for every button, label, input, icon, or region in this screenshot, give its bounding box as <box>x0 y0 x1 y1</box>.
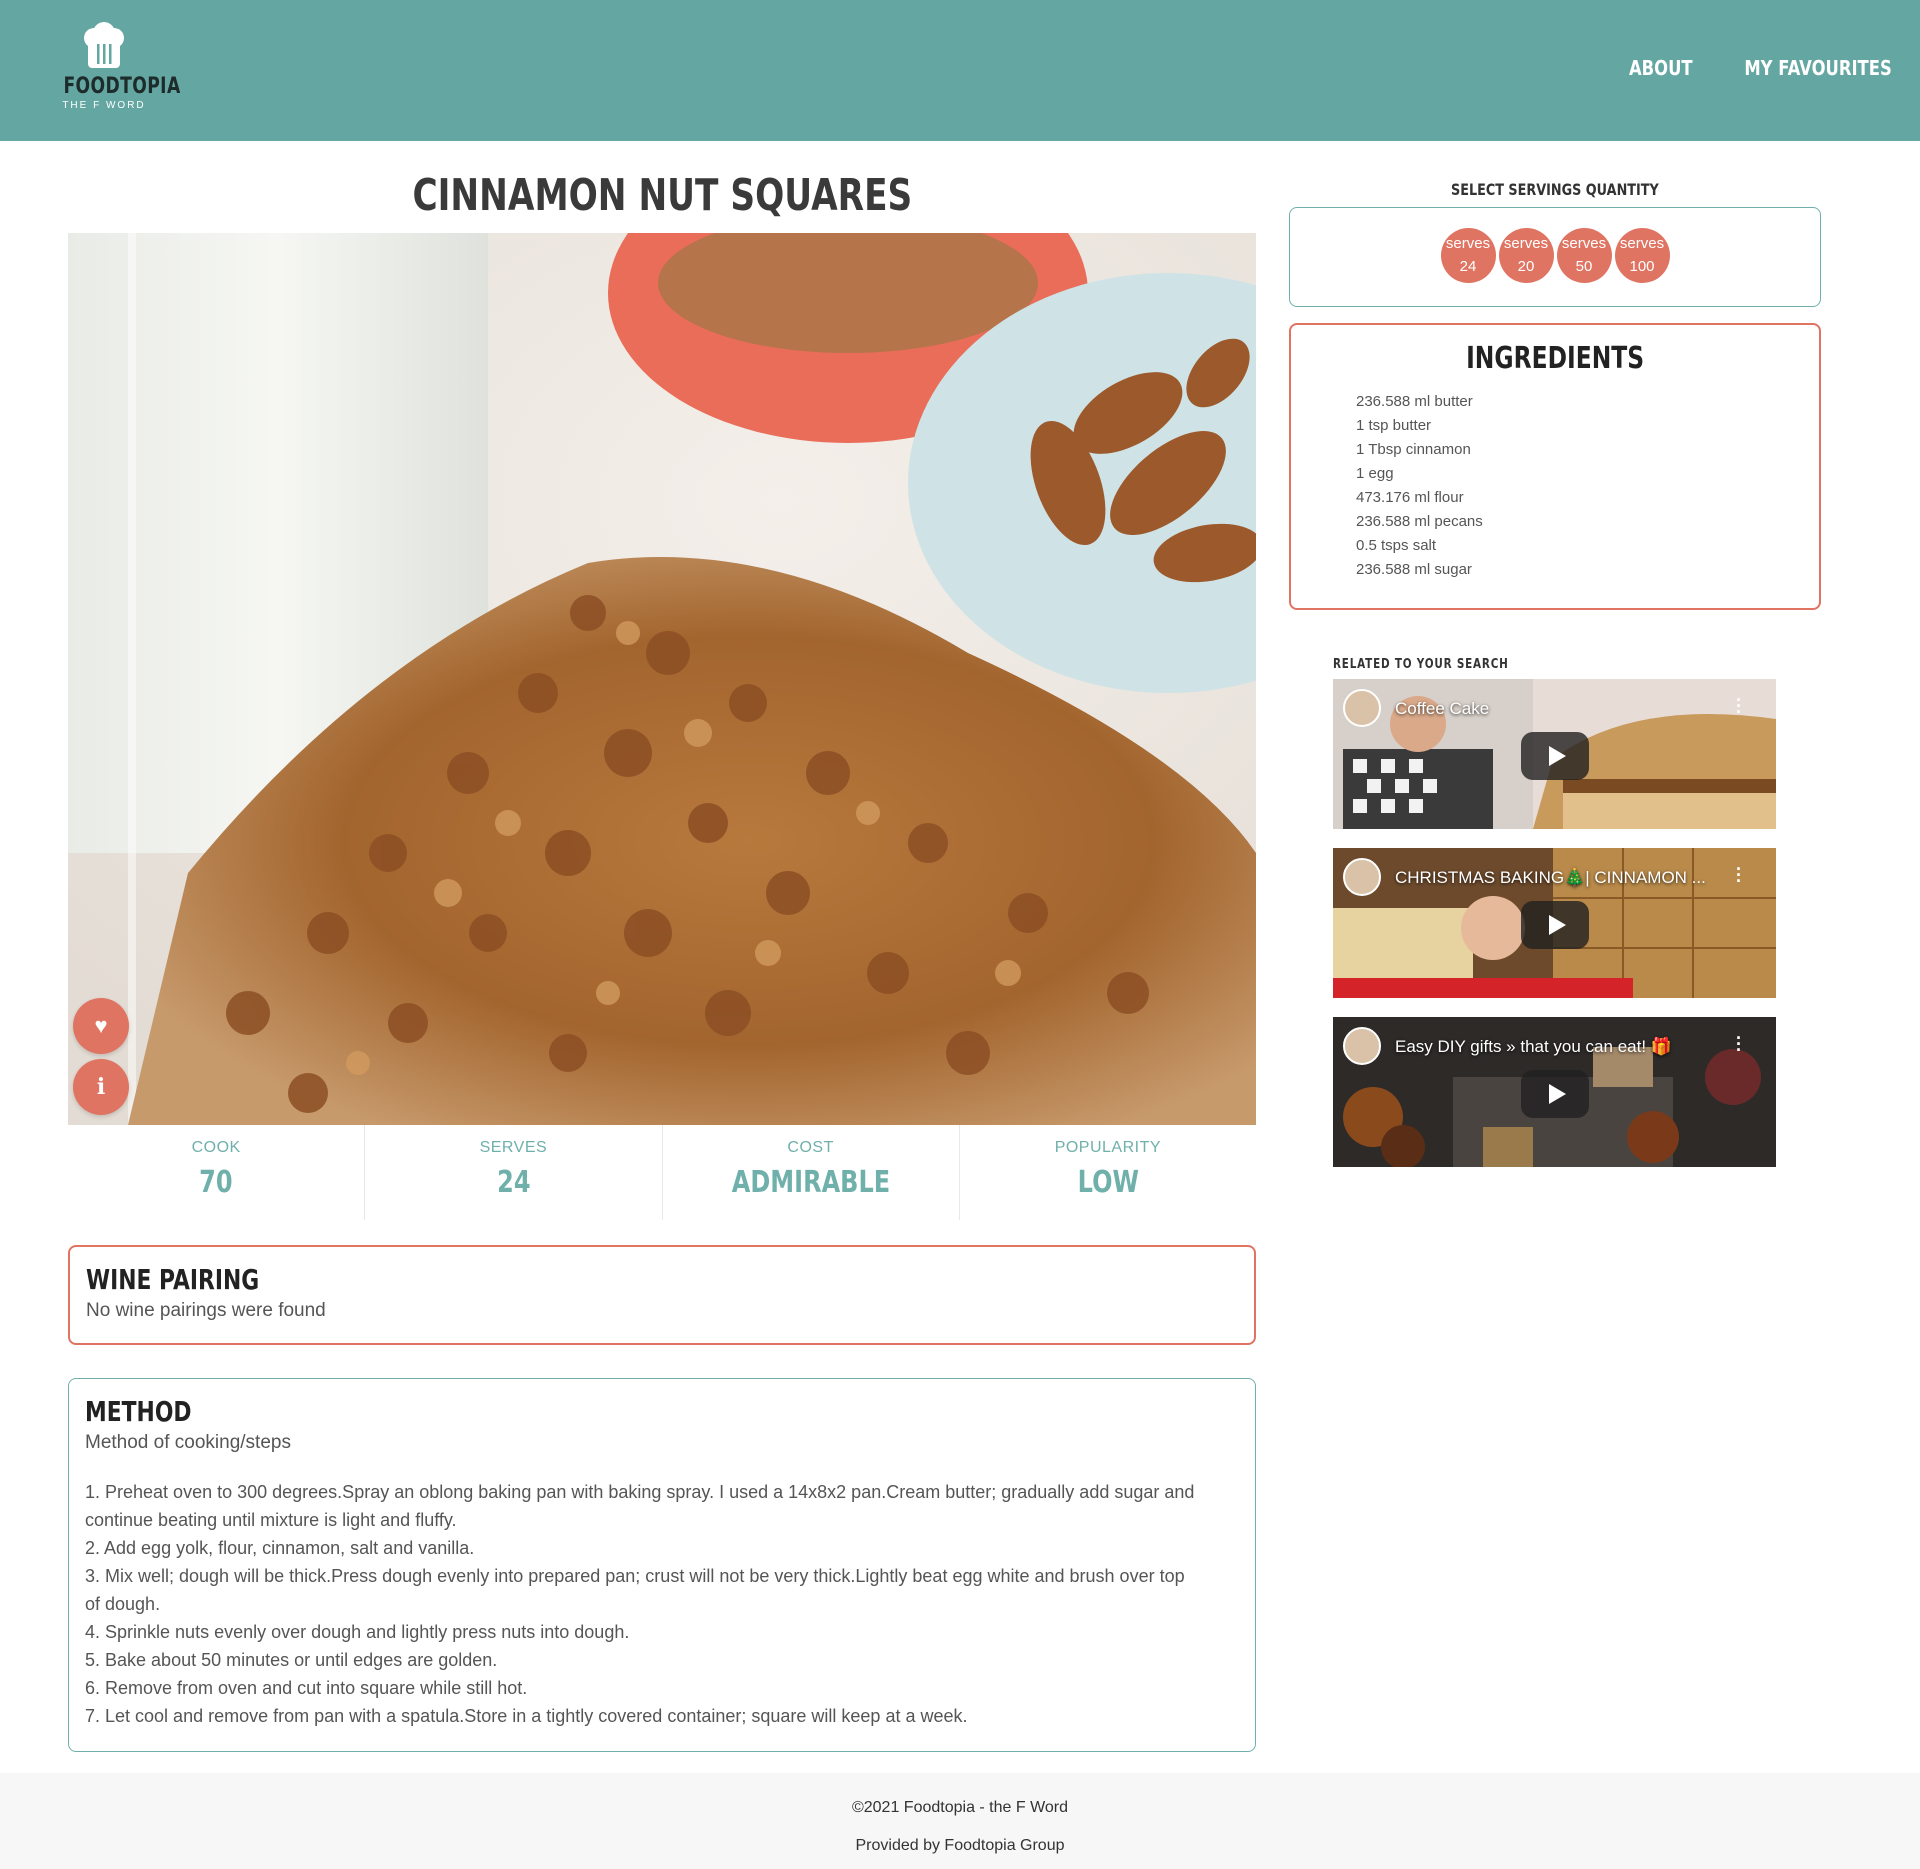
serves-label: serves <box>1619 235 1665 252</box>
brand-name: FOODTOPIA <box>63 74 181 99</box>
method-subtitle: Method of cooking/steps <box>85 1432 291 1453</box>
ingredient-item: 1 Tbsp cinnamon <box>1356 441 1471 458</box>
ingredient-item: 473.176 ml flour <box>1356 489 1464 506</box>
method-box: METHOD Method of cooking/steps 1. Prehea… <box>68 1378 1256 1752</box>
method-step: 2. Add egg yolk, flour, cinnamon, salt a… <box>85 1538 475 1558</box>
ingredient-item: 236.588 ml sugar <box>1356 561 1472 578</box>
related-video-3[interactable]: Easy DIY gifts » that you can eat! 🎁 · · · <box>1333 1017 1776 1167</box>
channel-avatar <box>1343 1027 1381 1065</box>
footer: ©2021 Foodtopia - the F Word Provided by… <box>0 1773 1920 1869</box>
stat-label: SERVES <box>479 1139 548 1156</box>
stat-cook: COOK 70 <box>68 1125 366 1220</box>
serves-20-button[interactable]: serves 20 <box>1498 228 1554 283</box>
channel-avatar <box>1343 858 1381 896</box>
method-steps: 1. Preheat oven to 300 degrees.Spray an … <box>85 1478 1239 1730</box>
serves-number: 20 <box>1517 258 1535 275</box>
stat-label: COST <box>787 1139 834 1156</box>
wine-pairing-title: WINE PAIRING <box>86 1263 260 1296</box>
method-step: of dough. <box>85 1594 161 1614</box>
method-title: METHOD <box>85 1395 192 1428</box>
footer-copyright: ©2021 Foodtopia - the F Word <box>851 1799 1069 1816</box>
servings-selector: serves 24 serves 20 serves 50 serves 100 <box>1289 207 1821 307</box>
info-icon: i <box>96 1074 106 1100</box>
recipe-image <box>68 233 1256 1125</box>
recipe-title: CINNAMON NUT SQUARES <box>412 170 912 221</box>
ingredient-item: 236.588 ml butter <box>1356 393 1473 410</box>
ingredients-box: INGREDIENTS 236.588 ml butter 1 tsp butt… <box>1289 323 1821 610</box>
logo[interactable]: FOODTOPIA THE F WORD <box>52 20 181 120</box>
stat-label: COOK <box>191 1139 241 1156</box>
method-step: 5. Bake about 50 minutes or until edges … <box>85 1650 498 1670</box>
more-options-icon[interactable]: · · · <box>1736 860 1742 890</box>
nav-about-link[interactable]: ABOUT <box>1629 56 1693 80</box>
video-title: CHRISTMAS BAKING🎄| CINNAMON ... <box>1395 868 1706 887</box>
ingredient-item: 0.5 tsps salt <box>1356 537 1437 554</box>
method-step: 6. Remove from oven and cut into square … <box>85 1678 528 1698</box>
brand-tagline: THE F WORD <box>62 100 146 111</box>
serves-number: 100 <box>1629 258 1655 275</box>
stat-value: LOW <box>1077 1165 1139 1200</box>
stat-value: 70 <box>199 1165 233 1200</box>
servings-label: SELECT SERVINGS QUANTITY <box>1451 180 1659 199</box>
channel-avatar <box>1343 689 1381 727</box>
chef-hat-icon <box>84 22 124 68</box>
wine-pairing-text: No wine pairings were found <box>86 1300 326 1321</box>
method-step: 3. Mix well; dough will be thick.Press d… <box>85 1566 1185 1586</box>
serves-24-button[interactable]: serves 24 <box>1440 228 1496 283</box>
main-nav: ABOUT MY FAVOURITES <box>1615 56 1892 80</box>
method-step: 1. Preheat oven to 300 degrees.Spray an … <box>85 1482 1195 1502</box>
related-label: RELATED TO YOUR SEARCH <box>1333 657 1509 672</box>
method-step: continue beating until mixture is light … <box>85 1510 457 1530</box>
stat-value: 24 <box>496 1165 531 1200</box>
more-options-icon[interactable]: · · · <box>1736 691 1742 721</box>
serves-number: 50 <box>1575 258 1593 275</box>
footer-provided-by: Provided by Foodtopia Group <box>855 1837 1065 1854</box>
heart-icon: ♥ <box>94 1013 108 1038</box>
serves-label: serves <box>1561 235 1607 252</box>
info-button[interactable]: i <box>73 1059 129 1115</box>
ingredients-title: INGREDIENTS <box>1465 341 1645 376</box>
recipe-stats: COOK 70 SERVES 24 COST ADMIRABLE POPULAR… <box>68 1125 1256 1220</box>
serves-100-button[interactable]: serves 100 <box>1614 228 1670 283</box>
video-title: Easy DIY gifts » that you can eat! 🎁 <box>1395 1037 1672 1056</box>
stat-value: ADMIRABLE <box>731 1165 890 1200</box>
ingredient-item: 236.588 ml pecans <box>1356 513 1483 530</box>
stat-serves: SERVES 24 <box>365 1125 663 1220</box>
ingredient-item: 1 egg <box>1356 465 1394 482</box>
method-step: 7. Let cool and remove from pan with a s… <box>85 1706 968 1726</box>
stat-popularity: POPULARITY LOW <box>960 1125 1256 1220</box>
related-video-1[interactable]: Coffee Cake · · · <box>1333 679 1776 829</box>
favourite-heart-button[interactable]: ♥ <box>73 998 129 1054</box>
serves-50-button[interactable]: serves 50 <box>1556 228 1612 283</box>
play-icon[interactable] <box>1521 1070 1589 1118</box>
play-icon[interactable] <box>1521 901 1589 949</box>
serves-label: serves <box>1503 235 1549 252</box>
wine-pairing-box: WINE PAIRING No wine pairings were found <box>68 1245 1256 1345</box>
ingredients-list: 236.588 ml butter 1 tsp butter 1 Tbsp ci… <box>1291 390 1819 582</box>
stat-cost: COST ADMIRABLE <box>663 1125 960 1220</box>
more-options-icon[interactable]: · · · <box>1736 1029 1742 1059</box>
serves-number: 24 <box>1459 258 1477 275</box>
play-icon[interactable] <box>1521 732 1589 780</box>
header: FOODTOPIA THE F WORD ABOUT MY FAVOURITES <box>0 0 1920 141</box>
nav-favourites-link[interactable]: MY FAVOURITES <box>1745 56 1892 80</box>
ingredient-item: 1 tsp butter <box>1356 417 1432 434</box>
method-step: 4. Sprinkle nuts evenly over dough and l… <box>85 1622 630 1642</box>
serves-label: serves <box>1445 235 1491 252</box>
related-video-2[interactable]: CHRISTMAS BAKING🎄| CINNAMON ... · · · <box>1333 848 1776 998</box>
stat-label: POPULARITY <box>1054 1139 1162 1156</box>
video-title: Coffee Cake <box>1395 699 1490 718</box>
